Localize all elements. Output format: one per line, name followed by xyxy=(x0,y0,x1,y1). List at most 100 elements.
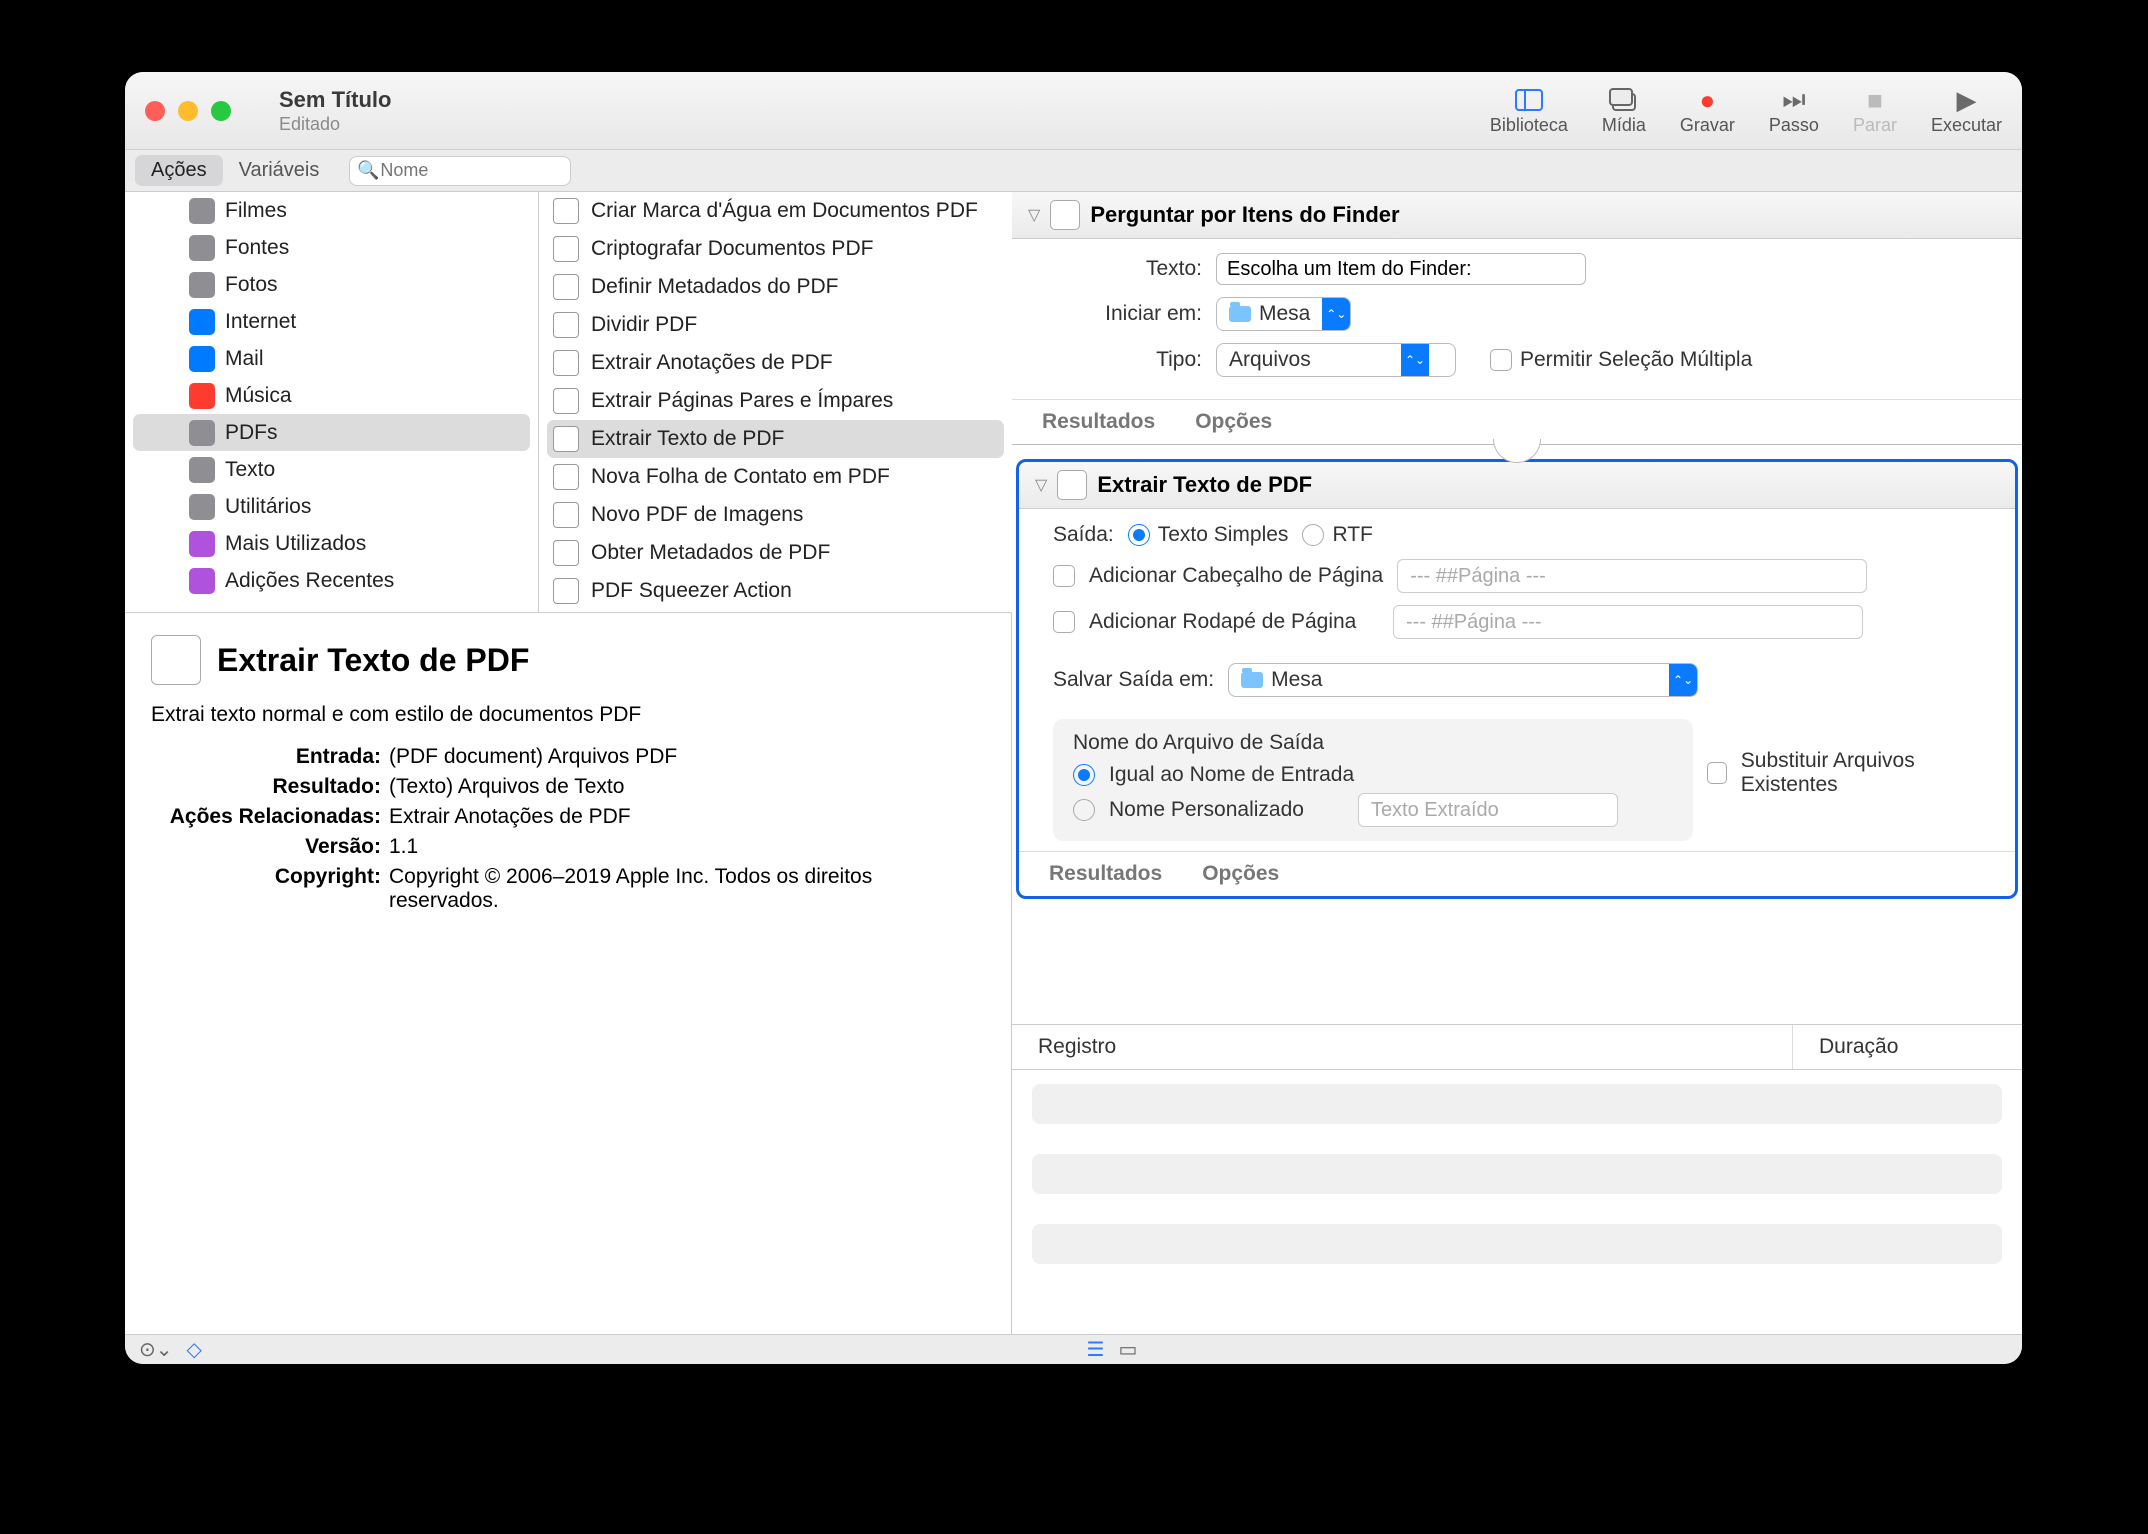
action-item[interactable]: Obter Metadados de PDF xyxy=(539,534,1012,572)
action-item[interactable]: Extrair Páginas Pares e Ímpares xyxy=(539,382,1012,420)
search-field[interactable]: 🔍 xyxy=(349,156,571,186)
action-icon xyxy=(553,426,579,452)
description-summary: Extrai texto normal e com estilo de docu… xyxy=(151,703,985,727)
action-icon xyxy=(553,464,579,490)
overwrite-checkbox[interactable] xyxy=(1707,762,1727,784)
action-item[interactable]: Dividir PDF xyxy=(539,306,1012,344)
custom-name-input[interactable]: Texto Extraído xyxy=(1358,793,1618,827)
output-rtf-radio[interactable] xyxy=(1302,524,1324,546)
pdf-action-icon xyxy=(1057,470,1087,500)
start-in-select[interactable]: Mesa ⌃⌄ xyxy=(1216,297,1351,331)
results-tab[interactable]: Resultados xyxy=(1042,410,1155,434)
action-item[interactable]: Definir Metadados do PDF xyxy=(539,268,1012,306)
action-icon xyxy=(553,388,579,414)
custom-name-radio[interactable] xyxy=(1073,799,1095,821)
workflow-input-icon[interactable]: ◇ xyxy=(187,1337,202,1362)
category-icon xyxy=(189,494,215,520)
library-list[interactable]: FilmesFontesFotosInternetMailMúsicaPDFsT… xyxy=(125,192,539,612)
action-item[interactable]: Extrair Anotações de PDF xyxy=(539,344,1012,382)
disclosure-icon[interactable]: ▽ xyxy=(1028,205,1040,225)
output-plain-radio[interactable] xyxy=(1128,524,1150,546)
prompt-text-input[interactable] xyxy=(1216,253,1586,285)
close-button[interactable] xyxy=(145,101,165,121)
options-tab[interactable]: Opções xyxy=(1202,862,1279,886)
action-item[interactable]: Extrair Texto de PDF xyxy=(547,420,1004,458)
action-icon xyxy=(553,274,579,300)
log-col-duracao[interactable]: Duração xyxy=(1792,1025,2022,1069)
category-icon xyxy=(189,568,215,594)
log-view-detail-icon[interactable]: ▭ xyxy=(1118,1337,1137,1362)
actions-list[interactable]: Criar Marca d'Água em Documentos PDFCrip… xyxy=(539,192,1012,612)
action-item[interactable]: Nova Folha de Contato em PDF xyxy=(539,458,1012,496)
results-tab[interactable]: Resultados xyxy=(1049,862,1162,886)
app-window: Sem Título Editado Biblioteca Mídia ● Gr… xyxy=(125,72,2022,1364)
log-view-list-icon[interactable]: ☰ xyxy=(1087,1337,1105,1362)
header-template-input[interactable]: --- ##Página --- xyxy=(1397,559,1867,593)
category-icon xyxy=(189,309,215,335)
library-item[interactable]: Mail xyxy=(125,340,538,377)
tab-variables[interactable]: Variáveis xyxy=(223,155,336,186)
category-icon xyxy=(189,272,215,298)
action-icon xyxy=(553,312,579,338)
allow-multiple-checkbox[interactable] xyxy=(1490,349,1512,371)
record-button[interactable]: ● Gravar xyxy=(1680,85,1735,136)
same-name-radio[interactable] xyxy=(1073,764,1095,786)
options-menu-icon[interactable]: ⊙⌄ xyxy=(139,1337,173,1362)
add-header-checkbox[interactable] xyxy=(1053,565,1075,587)
chevron-updown-icon: ⌃⌄ xyxy=(1322,298,1350,330)
action-icon xyxy=(553,350,579,376)
run-button[interactable]: ▶ Executar xyxy=(1931,85,2002,136)
action-icon xyxy=(553,198,579,224)
log-col-registro[interactable]: Registro xyxy=(1012,1025,1792,1069)
type-select[interactable]: Arquivos ⌃⌄ xyxy=(1216,343,1456,377)
workflow-step-ask-finder[interactable]: ▽ Perguntar por Itens do Finder Texto: I… xyxy=(1012,192,2022,445)
status-bar: ⊙⌄ ◇ ☰ ▭ xyxy=(125,1334,2022,1364)
footer-template-input[interactable]: --- ##Página --- xyxy=(1393,605,1863,639)
search-icon: 🔍 xyxy=(357,160,379,181)
zoom-button[interactable] xyxy=(211,101,231,121)
workflow-column: ▽ Perguntar por Itens do Finder Texto: I… xyxy=(1012,192,2022,1334)
search-input[interactable] xyxy=(349,156,571,186)
traffic-lights xyxy=(145,101,231,121)
tab-actions[interactable]: Ações xyxy=(135,155,223,186)
save-in-select[interactable]: Mesa ⌃⌄ xyxy=(1228,663,1698,697)
media-button[interactable]: Mídia xyxy=(1602,85,1646,136)
window-title-block: Sem Título Editado xyxy=(279,86,391,136)
library-item[interactable]: Fotos xyxy=(125,266,538,303)
action-icon xyxy=(553,578,579,604)
library-item[interactable]: Texto xyxy=(125,451,538,488)
library-item[interactable]: Mais Utilizados xyxy=(125,525,538,562)
options-tab[interactable]: Opções xyxy=(1195,410,1272,434)
category-icon xyxy=(189,457,215,483)
library-item[interactable]: Adições Recentes xyxy=(125,562,538,599)
library-item[interactable]: Música xyxy=(125,377,538,414)
step-icon: ⏭ xyxy=(1769,85,1819,115)
workflow-step-extract-pdf-text[interactable]: ▽ Extrair Texto de PDF Saída: Texto Simp… xyxy=(1016,459,2018,899)
library-button[interactable]: Biblioteca xyxy=(1490,85,1568,136)
action-description-panel: Extrair Texto de PDF Extrai texto normal… xyxy=(125,612,1012,1334)
action-item[interactable]: Criar Marca d'Água em Documentos PDF xyxy=(539,192,1012,230)
type-label: Tipo: xyxy=(1072,348,1202,372)
action-item[interactable]: Criptografar Documentos PDF xyxy=(539,230,1012,268)
library-item[interactable]: PDFs xyxy=(133,414,530,451)
add-footer-checkbox[interactable] xyxy=(1053,611,1075,633)
library-item[interactable]: Fontes xyxy=(125,229,538,266)
action-item[interactable]: PDF Squeezer Action xyxy=(539,572,1012,610)
overwrite-label: Substituir Arquivos Existentes xyxy=(1741,749,1987,797)
library-item[interactable]: Filmes xyxy=(125,192,538,229)
disclosure-icon[interactable]: ▽ xyxy=(1035,475,1047,495)
library-item[interactable]: Utilitários xyxy=(125,488,538,525)
category-icon xyxy=(189,383,215,409)
action-item[interactable]: Novo PDF de Imagens xyxy=(539,496,1012,534)
stop-button[interactable]: ■ Parar xyxy=(1853,85,1897,136)
minimize-button[interactable] xyxy=(178,101,198,121)
start-in-label: Iniciar em: xyxy=(1072,302,1202,326)
run-icon: ▶ xyxy=(1931,85,2002,115)
lists-row: FilmesFontesFotosInternetMailMúsicaPDFsT… xyxy=(125,192,1012,612)
output-name-group: Nome do Arquivo de Saída Igual ao Nome d… xyxy=(1053,719,1693,841)
library-item[interactable]: Internet xyxy=(125,303,538,340)
library-icon xyxy=(1490,85,1568,115)
step-button[interactable]: ⏭ Passo xyxy=(1769,85,1819,136)
folder-icon xyxy=(1229,306,1251,322)
workflow-steps[interactable]: ▽ Perguntar por Itens do Finder Texto: I… xyxy=(1012,192,2022,1024)
